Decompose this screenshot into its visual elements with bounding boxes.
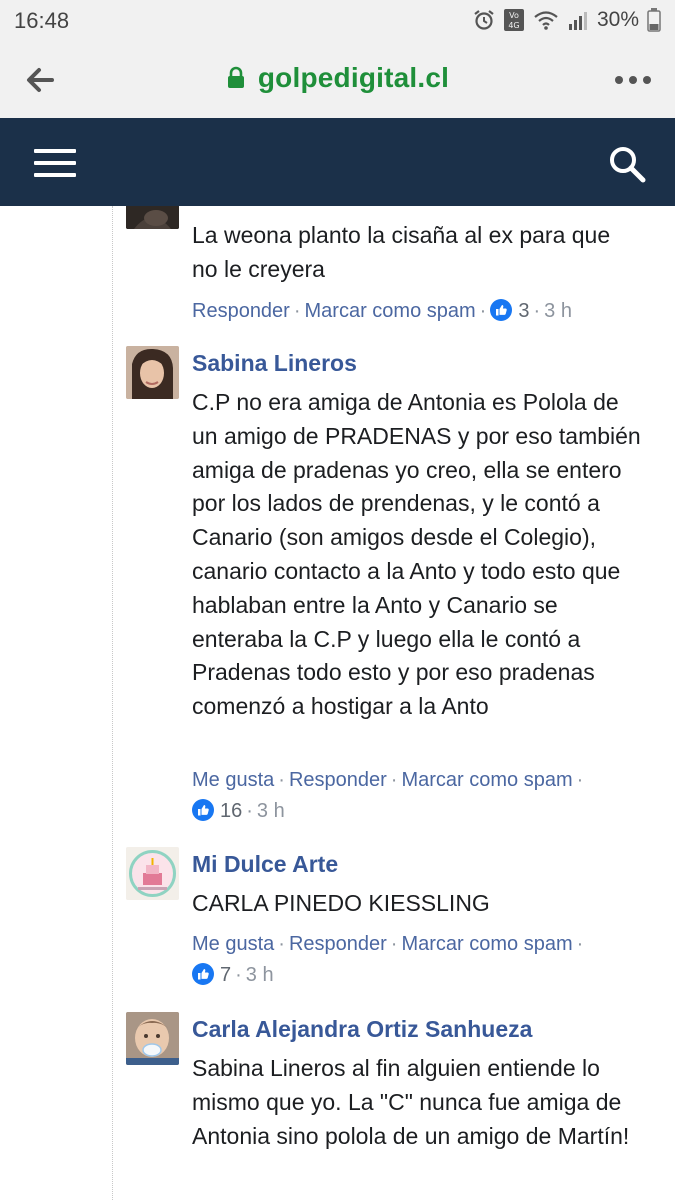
like-icon [192, 963, 214, 985]
battery-icon [647, 8, 661, 32]
like-count: 7 [220, 964, 232, 986]
comment-text: La weona planto la cisaña al ex para que… [192, 222, 611, 282]
mark-spam-link[interactable]: Marcar como spam [305, 300, 476, 322]
svg-text:Vo: Vo [509, 11, 519, 20]
svg-text:4G: 4G [508, 21, 519, 30]
avatar[interactable] [126, 847, 179, 900]
comment-author[interactable]: Sabina Lineros [192, 350, 357, 377]
status-bar: 16:48 Vo 4G 30% [0, 0, 675, 42]
browser-url-bar: golpedigital.cl [0, 42, 675, 118]
volte-icon: Vo 4G [503, 9, 524, 31]
avatar[interactable] [126, 1012, 179, 1065]
avatar[interactable] [126, 206, 179, 229]
comment-actions: Responder · Marcar como spam · 3 · 3 h [192, 299, 572, 322]
comment-time: 3 h [544, 300, 572, 322]
comment-time: 3 h [245, 964, 274, 986]
comment-text: CARLA PINEDO KIESSLING [192, 890, 490, 916]
search-icon[interactable] [607, 144, 647, 184]
avatar[interactable] [126, 346, 179, 399]
like-link[interactable]: Me gusta [192, 933, 274, 955]
like-icon [490, 299, 513, 321]
comment-actions: Me gusta · Responder · Marcar como spam · 16 · 3… [192, 769, 584, 822]
url-text: golpedigital.cl [257, 62, 450, 93]
status-icons: Vo 4G 30% [473, 8, 661, 32]
comment-text: Sabina Lineros al fin alguien entiende l… [192, 1055, 630, 1149]
comment-text: C.P no era amiga de Antonia es Pololа de… [192, 389, 641, 720]
reply-link[interactable]: Responder [289, 933, 387, 955]
like-link[interactable]: Me gusta [192, 769, 274, 791]
signal-icon [568, 12, 587, 30]
hamburger-menu-icon[interactable] [32, 146, 78, 180]
site-header [0, 118, 675, 206]
status-time: 16:48 [14, 8, 70, 33]
wifi-icon [534, 11, 558, 30]
like-count: 3 [518, 300, 530, 322]
battery-percent: 30% [596, 8, 639, 31]
more-options-icon[interactable] [613, 68, 653, 92]
reply-link[interactable]: Responder [192, 300, 290, 322]
comment-actions: Me gusta · Responder · Marcar como spam · 7 · 3 … [192, 933, 584, 986]
comment-author[interactable]: Carla Alejandra Ortiz Sanhueza [192, 1016, 532, 1043]
lock-icon [227, 66, 244, 88]
comments-section: La weona planto la cisaña al ex para que… [0, 206, 675, 1200]
mark-spam-link[interactable]: Marcar como spam [401, 769, 572, 791]
comment-author[interactable]: Mi Dulce Arte [192, 851, 338, 878]
url-field[interactable]: golpedigital.cl [0, 62, 675, 94]
comment-time: 3 h [256, 800, 285, 822]
like-count: 16 [220, 800, 243, 822]
mark-spam-link[interactable]: Marcar como spam [401, 933, 572, 955]
alarm-icon [474, 10, 494, 30]
reply-link[interactable]: Responder [289, 769, 387, 791]
like-icon [192, 799, 214, 821]
thread-line [112, 206, 113, 1200]
